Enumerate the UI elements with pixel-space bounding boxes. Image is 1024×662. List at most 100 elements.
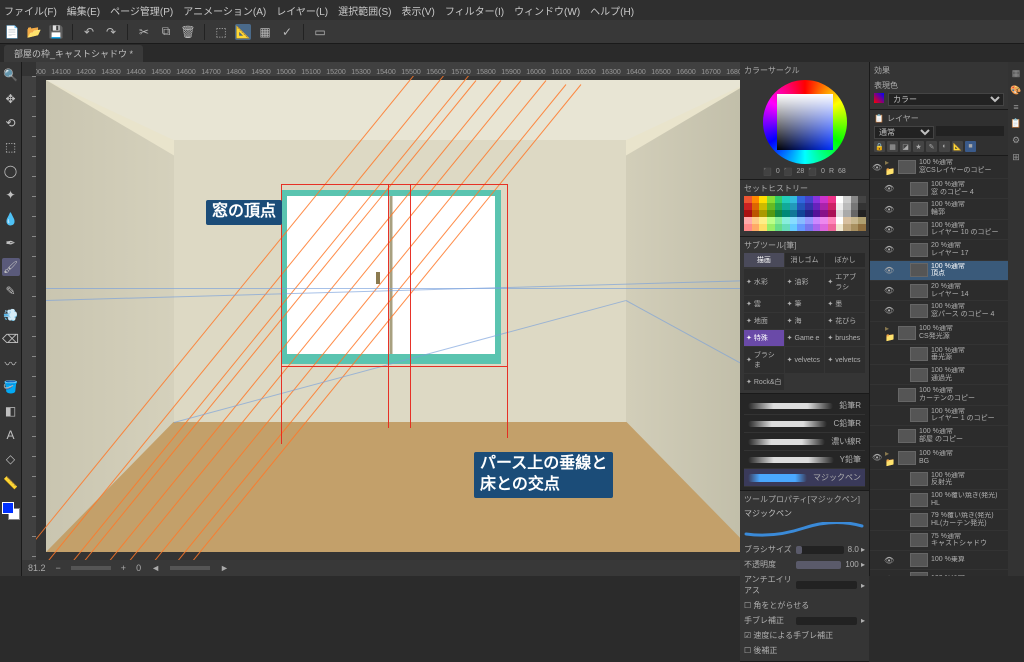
- color-swatch[interactable]: [797, 217, 805, 224]
- page-icon[interactable]: ▭: [312, 24, 328, 40]
- subtool-item[interactable]: ✦墨: [825, 296, 865, 312]
- new-file-icon[interactable]: 📄: [4, 24, 20, 40]
- visibility-icon[interactable]: 👁: [872, 453, 882, 462]
- color-swatch[interactable]: [782, 217, 790, 224]
- dock-icon[interactable]: ▦: [1012, 68, 1021, 79]
- color-swatch[interactable]: [782, 196, 790, 203]
- subtool-item[interactable]: ✦筆: [785, 296, 825, 312]
- menu-item[interactable]: ヘルプ(H): [590, 3, 634, 18]
- marquee-tool-icon[interactable]: ⬚: [2, 138, 20, 156]
- color-swatch[interactable]: [782, 210, 790, 217]
- color-swatch[interactable]: [767, 224, 775, 231]
- color-swatch[interactable]: [843, 196, 851, 203]
- layer-row[interactable]: 75 %通常 キャストシャドウ: [870, 531, 1008, 551]
- color-swatch[interactable]: [805, 210, 813, 217]
- menu-item[interactable]: ウィンドウ(W): [514, 3, 580, 18]
- color-swatch[interactable]: [805, 217, 813, 224]
- dock-icon[interactable]: ⚙: [1012, 135, 1020, 146]
- color-swatch[interactable]: [836, 210, 844, 217]
- layer-row[interactable]: 79 %覆い焼き(発光) HL(カーテン発光): [870, 510, 1008, 530]
- subtool-item[interactable]: ✦油彩: [785, 269, 825, 295]
- visibility-icon[interactable]: 👁: [884, 205, 894, 214]
- color-swatch[interactable]: [752, 217, 760, 224]
- move-tool-icon[interactable]: ✥: [2, 90, 20, 108]
- color-swatch[interactable]: [858, 217, 866, 224]
- undo-icon[interactable]: ↶: [81, 24, 97, 40]
- color-swatch[interactable]: [843, 210, 851, 217]
- canvas[interactable]: 窓の頂点 パース上の垂線と 床との交点: [36, 76, 740, 560]
- layer-row[interactable]: 100 %通常 反射光: [870, 470, 1008, 490]
- color-swatch[interactable]: [836, 203, 844, 210]
- text-tool-icon[interactable]: A: [2, 426, 20, 444]
- layer-row[interactable]: 100 %覆い焼き(発光) HL: [870, 490, 1008, 510]
- color-swatch[interactable]: [759, 210, 767, 217]
- color-swatch[interactable]: [797, 196, 805, 203]
- gradient-tool-icon[interactable]: ◧: [2, 402, 20, 420]
- color-swatch[interactable]: [828, 217, 836, 224]
- color-swatch[interactable]: [836, 217, 844, 224]
- menu-item[interactable]: 表示(V): [401, 3, 434, 18]
- zoom-out-icon[interactable]: −: [56, 563, 61, 573]
- visibility-icon[interactable]: 👁: [884, 184, 894, 193]
- brush-preset[interactable]: 濃い線R: [744, 433, 865, 451]
- menu-item[interactable]: ページ管理(P): [110, 3, 173, 18]
- ref-icon[interactable]: ★: [913, 141, 924, 152]
- ruler-icon[interactable]: 📐: [235, 24, 251, 40]
- color-swatch[interactable]: [759, 196, 767, 203]
- blend-tool-icon[interactable]: 〰: [2, 354, 20, 372]
- layer-row[interactable]: 100 %通常 通過光: [870, 365, 1008, 385]
- clip-icon[interactable]: ◪: [900, 141, 911, 152]
- layer-row[interactable]: 👁100 %通常 輪郭: [870, 199, 1008, 219]
- color-swatch[interactable]: [759, 224, 767, 231]
- subtool-tab[interactable]: 消しゴム: [785, 253, 825, 267]
- color-swatch[interactable]: [767, 210, 775, 217]
- color-swatch[interactable]: [828, 224, 836, 231]
- shape-tool-icon[interactable]: ◇: [2, 450, 20, 468]
- color-swatch[interactable]: [752, 224, 760, 231]
- layer-row[interactable]: 100 %通常 垂光源: [870, 345, 1008, 365]
- layer-row[interactable]: 👁▸📁100 %通常 BG: [870, 447, 1008, 470]
- subtool-tab[interactable]: ぼかし: [825, 253, 865, 267]
- color-mode-select[interactable]: カラー: [888, 93, 1004, 106]
- ruler-tool-icon[interactable]: 📏: [2, 474, 20, 492]
- color-swatch[interactable]: [744, 196, 752, 203]
- color-swatch[interactable]: [759, 203, 767, 210]
- color-swatch[interactable]: [843, 203, 851, 210]
- color-swatch[interactable]: [775, 196, 783, 203]
- eraser-tool-icon[interactable]: ⌫: [2, 330, 20, 348]
- color-swatch[interactable]: [851, 203, 859, 210]
- color-swatch[interactable]: [744, 224, 752, 231]
- color-swatch[interactable]: [828, 203, 836, 210]
- angle-slider[interactable]: [170, 566, 210, 570]
- lock-pixel-icon[interactable]: ▦: [887, 141, 898, 152]
- color-swatch[interactable]: [775, 210, 783, 217]
- color-swatch[interactable]: [813, 196, 821, 203]
- color-swatch[interactable]: [828, 210, 836, 217]
- cut-icon[interactable]: ✂: [136, 24, 152, 40]
- layer-row[interactable]: 👁100 %通常 窓 のコピー 4: [870, 179, 1008, 199]
- layer-row[interactable]: 👁20 %通常 レイヤー 14: [870, 281, 1008, 301]
- subtool-item[interactable]: ✦花びら: [825, 313, 865, 329]
- menu-item[interactable]: フィルター(I): [445, 3, 504, 18]
- layer-row[interactable]: 👁100 %通常: [870, 570, 1008, 576]
- redo-icon[interactable]: ↷: [103, 24, 119, 40]
- color-swatch-pair[interactable]: [2, 502, 20, 520]
- color-swatch[interactable]: [858, 196, 866, 203]
- subtool-tab[interactable]: 描画: [744, 253, 784, 267]
- color-swatch[interactable]: [813, 224, 821, 231]
- visibility-icon[interactable]: 👁: [884, 556, 894, 565]
- brush-preset[interactable]: C鉛筆R: [744, 415, 865, 433]
- color-swatch[interactable]: [843, 217, 851, 224]
- color-swatch[interactable]: [767, 203, 775, 210]
- menu-item[interactable]: ファイル(F): [4, 3, 57, 18]
- color-swatch[interactable]: [744, 210, 752, 217]
- rotate-tool-icon[interactable]: ⟲: [2, 114, 20, 132]
- layer-row[interactable]: 👁100 %通常 頂点: [870, 261, 1008, 281]
- property-row[interactable]: 手ブレ補正 ▸: [744, 613, 865, 628]
- brush-preset[interactable]: マジックペン: [744, 469, 865, 487]
- property-row[interactable]: ブラシサイズ8.0 ▸: [744, 542, 865, 557]
- color-swatch[interactable]: [805, 196, 813, 203]
- visibility-icon[interactable]: 👁: [884, 266, 894, 275]
- folder-icon[interactable]: ▸📁: [885, 449, 895, 467]
- subtool-item[interactable]: ✦Rock&白: [744, 374, 784, 390]
